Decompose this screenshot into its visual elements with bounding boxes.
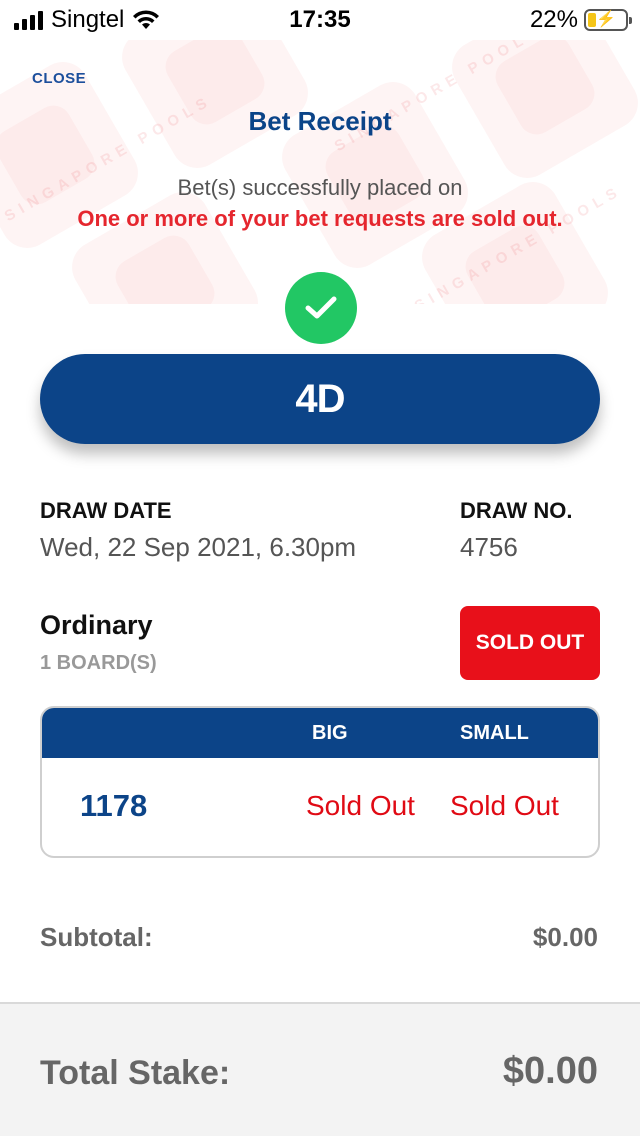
- charging-bolt-icon: ⚡: [596, 11, 616, 28]
- game-logo: 4D: [295, 376, 345, 421]
- draw-number-value: 4756: [460, 532, 518, 562]
- bet-type: Ordinary: [40, 610, 153, 640]
- column-header-small: SMALL: [460, 722, 529, 744]
- battery-percent: 22%: [529, 6, 578, 33]
- subtotal-value: $0.00: [532, 922, 598, 952]
- total-stake-panel: Total Stake: $0.00: [0, 1002, 640, 1136]
- small-bet-status: Sold Out: [450, 790, 559, 821]
- watermark-background: SINGAPORE POOLS SINGAPORE POOLS SINGAPOR…: [0, 40, 640, 304]
- bet-table-header: BIG SMALL: [42, 708, 598, 758]
- column-header-big: BIG: [312, 722, 348, 744]
- soldout-warning-message: One or more of your bet requests are sol…: [77, 206, 563, 231]
- game-banner: 4D: [40, 354, 600, 444]
- table-row: 1178 Sold Out Sold Out: [42, 758, 598, 856]
- total-stake-value: $0.00: [502, 1050, 598, 1092]
- big-bet-status: Sold Out: [306, 790, 415, 821]
- status-right: 22% ⚡: [529, 6, 632, 34]
- bet-table: BIG SMALL 1178 Sold Out Sold Out: [40, 706, 600, 858]
- checkmark-icon: [305, 296, 337, 319]
- total-stake-label: Total Stake:: [40, 1054, 231, 1092]
- bet-number: 1178: [80, 788, 148, 823]
- page-title: Bet Receipt: [248, 106, 392, 136]
- status-bar: Singtel 17:35 22% ⚡: [0, 0, 640, 40]
- draw-number-label: DRAW NO.: [460, 498, 573, 523]
- board-count: 1 BOARD(S): [40, 652, 157, 674]
- draw-date-label: DRAW DATE: [40, 498, 172, 523]
- sold-out-badge: SOLD OUT: [460, 606, 600, 680]
- close-button[interactable]: CLOSE: [32, 70, 86, 87]
- success-message: Bet(s) successfully placed on: [177, 175, 463, 200]
- draw-date-value: Wed, 22 Sep 2021, 6.30pm: [40, 532, 357, 562]
- success-check-badge: [285, 272, 357, 344]
- subtotal-label: Subtotal:: [40, 922, 153, 952]
- battery-charging-icon: ⚡: [584, 9, 632, 31]
